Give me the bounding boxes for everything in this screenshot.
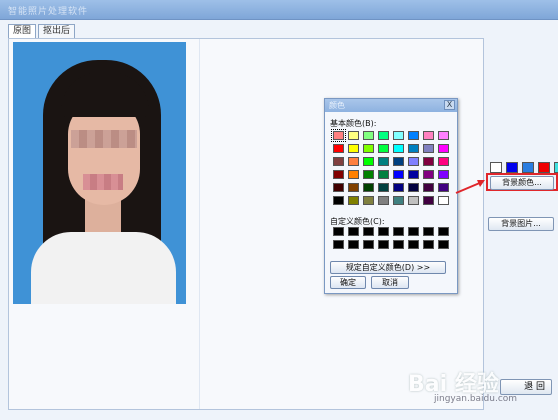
- custom-color-swatch[interactable]: [378, 240, 389, 249]
- photo-mosaic-mouth: [83, 174, 123, 190]
- basic-color-swatch[interactable]: [393, 131, 404, 140]
- basic-color-swatch[interactable]: [348, 183, 359, 192]
- basic-color-swatch[interactable]: [333, 196, 344, 205]
- basic-color-swatch[interactable]: [363, 144, 374, 153]
- basic-color-swatch[interactable]: [378, 157, 389, 166]
- basic-color-swatch[interactable]: [423, 183, 434, 192]
- basic-color-grid: [331, 129, 449, 205]
- custom-color-swatch[interactable]: [333, 240, 344, 249]
- basic-color-swatch[interactable]: [393, 157, 404, 166]
- basic-color-swatch[interactable]: [333, 183, 344, 192]
- basic-color-swatch[interactable]: [408, 170, 419, 179]
- basic-color-swatch[interactable]: [363, 196, 374, 205]
- basic-color-swatch[interactable]: [408, 196, 419, 205]
- basic-color-swatch[interactable]: [348, 196, 359, 205]
- custom-color-swatch[interactable]: [393, 227, 404, 236]
- window-title: 智能照片处理软件: [8, 7, 89, 17]
- basic-color-swatch[interactable]: [393, 144, 404, 153]
- color-dialog: 颜色 X 基本颜色(B): 自定义颜色(C): 规定自定义颜色(D) >> 确定…: [324, 98, 458, 294]
- photo-mosaic-eyes: [71, 130, 137, 148]
- basic-color-swatch[interactable]: [378, 196, 389, 205]
- custom-color-swatch[interactable]: [348, 227, 359, 236]
- basic-color-swatch[interactable]: [408, 144, 419, 153]
- custom-color-swatch[interactable]: [438, 227, 449, 236]
- custom-colors-label: 自定义颜色(C):: [330, 217, 385, 226]
- background-color-swatch[interactable]: [554, 162, 558, 173]
- basic-color-swatch[interactable]: [408, 157, 419, 166]
- basic-color-swatch[interactable]: [423, 196, 434, 205]
- custom-color-swatch[interactable]: [348, 240, 359, 249]
- arrow-pointer-icon: [455, 180, 485, 194]
- basic-color-swatch[interactable]: [423, 157, 434, 166]
- background-image-button[interactable]: 背景图片...: [488, 217, 554, 231]
- basic-color-swatch[interactable]: [423, 144, 434, 153]
- basic-color-swatch[interactable]: [438, 170, 449, 179]
- basic-color-swatch[interactable]: [348, 131, 359, 140]
- basic-color-swatch[interactable]: [423, 170, 434, 179]
- basic-color-swatch[interactable]: [331, 129, 346, 142]
- custom-color-swatch[interactable]: [393, 240, 404, 249]
- custom-color-swatch[interactable]: [408, 227, 419, 236]
- portrait-photo: [13, 42, 186, 304]
- basic-color-swatch[interactable]: [438, 183, 449, 192]
- photo-shirt: [31, 232, 176, 304]
- background-color-swatch[interactable]: [538, 162, 550, 173]
- background-color-swatch[interactable]: [506, 162, 518, 173]
- watermark: Bai 经验 jingyan.baidu.com: [408, 366, 517, 404]
- tab-original[interactable]: 原图: [8, 24, 37, 38]
- custom-color-grid: [333, 227, 449, 249]
- custom-color-swatch[interactable]: [438, 240, 449, 249]
- background-color-swatch[interactable]: [522, 162, 534, 173]
- basic-color-swatch[interactable]: [378, 144, 389, 153]
- cancel-button[interactable]: 取消: [371, 276, 409, 289]
- color-dialog-titlebar: 颜色 X: [325, 99, 457, 112]
- custom-color-swatch[interactable]: [408, 240, 419, 249]
- basic-color-swatch[interactable]: [393, 196, 404, 205]
- panel-divider: [199, 39, 200, 409]
- background-color-swatch[interactable]: [490, 162, 502, 173]
- basic-color-swatch[interactable]: [423, 131, 434, 140]
- basic-colors-label: 基本颜色(B):: [330, 119, 377, 128]
- basic-color-swatch[interactable]: [363, 131, 374, 140]
- basic-color-swatch[interactable]: [348, 144, 359, 153]
- basic-color-swatch[interactable]: [408, 131, 419, 140]
- basic-color-swatch[interactable]: [408, 183, 419, 192]
- basic-color-swatch[interactable]: [438, 196, 449, 205]
- basic-color-swatch[interactable]: [438, 144, 449, 153]
- color-dialog-title: 颜色: [329, 101, 345, 110]
- window-titlebar: 智能照片处理软件: [0, 0, 558, 20]
- basic-color-swatch[interactable]: [348, 157, 359, 166]
- basic-color-swatch[interactable]: [378, 183, 389, 192]
- basic-color-swatch[interactable]: [333, 144, 344, 153]
- custom-color-swatch[interactable]: [363, 240, 374, 249]
- basic-color-swatch[interactable]: [378, 170, 389, 179]
- basic-color-swatch[interactable]: [348, 170, 359, 179]
- basic-color-swatch[interactable]: [333, 157, 344, 166]
- basic-color-swatch[interactable]: [438, 131, 449, 140]
- close-icon[interactable]: X: [444, 100, 455, 110]
- basic-color-swatch[interactable]: [393, 183, 404, 192]
- basic-color-swatch[interactable]: [393, 170, 404, 179]
- ok-button[interactable]: 确定: [330, 276, 366, 289]
- background-color-button[interactable]: 背景颜色...: [490, 176, 554, 190]
- basic-color-swatch[interactable]: [363, 183, 374, 192]
- custom-color-swatch[interactable]: [423, 240, 434, 249]
- custom-color-swatch[interactable]: [423, 227, 434, 236]
- basic-color-swatch[interactable]: [363, 170, 374, 179]
- tab-bar: 原图 抠出后: [8, 24, 77, 38]
- basic-color-swatch[interactable]: [378, 131, 389, 140]
- basic-color-swatch[interactable]: [438, 157, 449, 166]
- custom-color-swatch[interactable]: [363, 227, 374, 236]
- custom-color-swatch[interactable]: [333, 227, 344, 236]
- watermark-site: jingyan.baidu.com: [434, 394, 518, 404]
- define-custom-colors-button[interactable]: 规定自定义颜色(D) >>: [330, 261, 446, 274]
- tab-cutout[interactable]: 抠出后: [38, 24, 76, 38]
- basic-color-swatch[interactable]: [363, 157, 374, 166]
- basic-color-swatch[interactable]: [333, 170, 344, 179]
- custom-color-swatch[interactable]: [378, 227, 389, 236]
